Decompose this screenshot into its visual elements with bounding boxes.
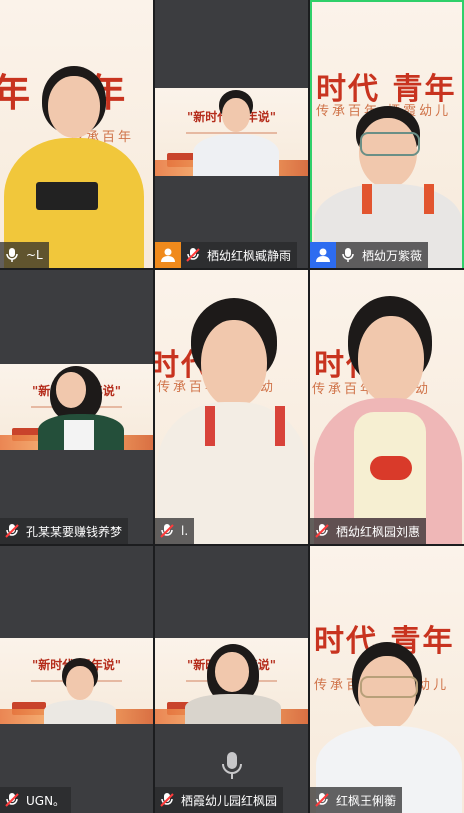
microphone-muted-icon: [310, 518, 334, 544]
participant-label: ~L: [0, 242, 49, 268]
participant-name: 栖霞幼儿园红枫园: [181, 793, 278, 808]
microphone-muted-icon: [155, 518, 179, 544]
participant-name: 栖幼万紫薇: [362, 248, 423, 263]
microphone-muted-icon: [181, 242, 205, 268]
video-tile-4[interactable]: "新时代·青年说" 孔某某要赚钱养梦: [0, 270, 153, 544]
microphone-muted-icon: [0, 787, 24, 813]
participant-label: l.: [155, 518, 195, 544]
video-grid: 年 青年 传承百年 ~L "新时代·青年说": [0, 0, 464, 813]
video-tile-5[interactable]: 时代 年 传承百年 栖霞幼 l.: [155, 270, 308, 544]
video-tile-7[interactable]: "新时代·青年说" UGN。: [0, 546, 153, 813]
participant-name: l.: [181, 524, 189, 538]
participant-name: 红枫王俐蘅: [336, 793, 397, 808]
participant-name: 栖幼红枫臧静雨: [207, 248, 292, 263]
video-tile-6[interactable]: 时代 年 传承百年 栖霞幼 栖幼红枫园刘惠: [310, 270, 464, 544]
microphone-muted-icon: [310, 787, 334, 813]
video-tile-3[interactable]: 时代 青年 传承百年 栖霞幼儿 栖幼万紫薇: [310, 0, 464, 268]
participant-name: ~L: [26, 248, 43, 262]
orange-person-icon: [155, 242, 181, 268]
speaking-microphone-icon: [221, 751, 243, 785]
participant-label: UGN。: [0, 787, 72, 813]
participant-label: 栖幼万紫薇: [310, 242, 429, 268]
microphone-icon: [336, 242, 360, 268]
participant-label: 红枫王俐蘅: [310, 787, 403, 813]
participant-label: 栖幼红枫臧静雨: [155, 242, 298, 268]
microphone-muted-icon: [0, 518, 24, 544]
video-tile-2[interactable]: "新时代·青年说" 栖幼红枫臧静雨: [155, 0, 308, 268]
participant-label: 栖幼红枫园刘惠: [310, 518, 427, 544]
microphone-muted-icon: [155, 787, 179, 813]
blue-person-icon: [310, 242, 336, 268]
participant-label: 孔某某要赚钱养梦: [0, 518, 129, 544]
participant-label: 栖霞幼儿园红枫园: [155, 787, 284, 813]
video-tile-8[interactable]: "新时代·青年说" 栖霞幼儿园红枫园: [155, 546, 308, 813]
video-tile-9[interactable]: 时代 青年 传承百年 栖霞幼儿 红枫王俐蘅: [310, 546, 464, 813]
microphone-icon: [0, 242, 24, 268]
participant-name: UGN。: [26, 793, 66, 808]
participant-name: 栖幼红枫园刘惠: [336, 524, 421, 539]
video-tile-1[interactable]: 年 青年 传承百年 ~L: [0, 0, 153, 268]
participant-name: 孔某某要赚钱养梦: [26, 524, 123, 539]
